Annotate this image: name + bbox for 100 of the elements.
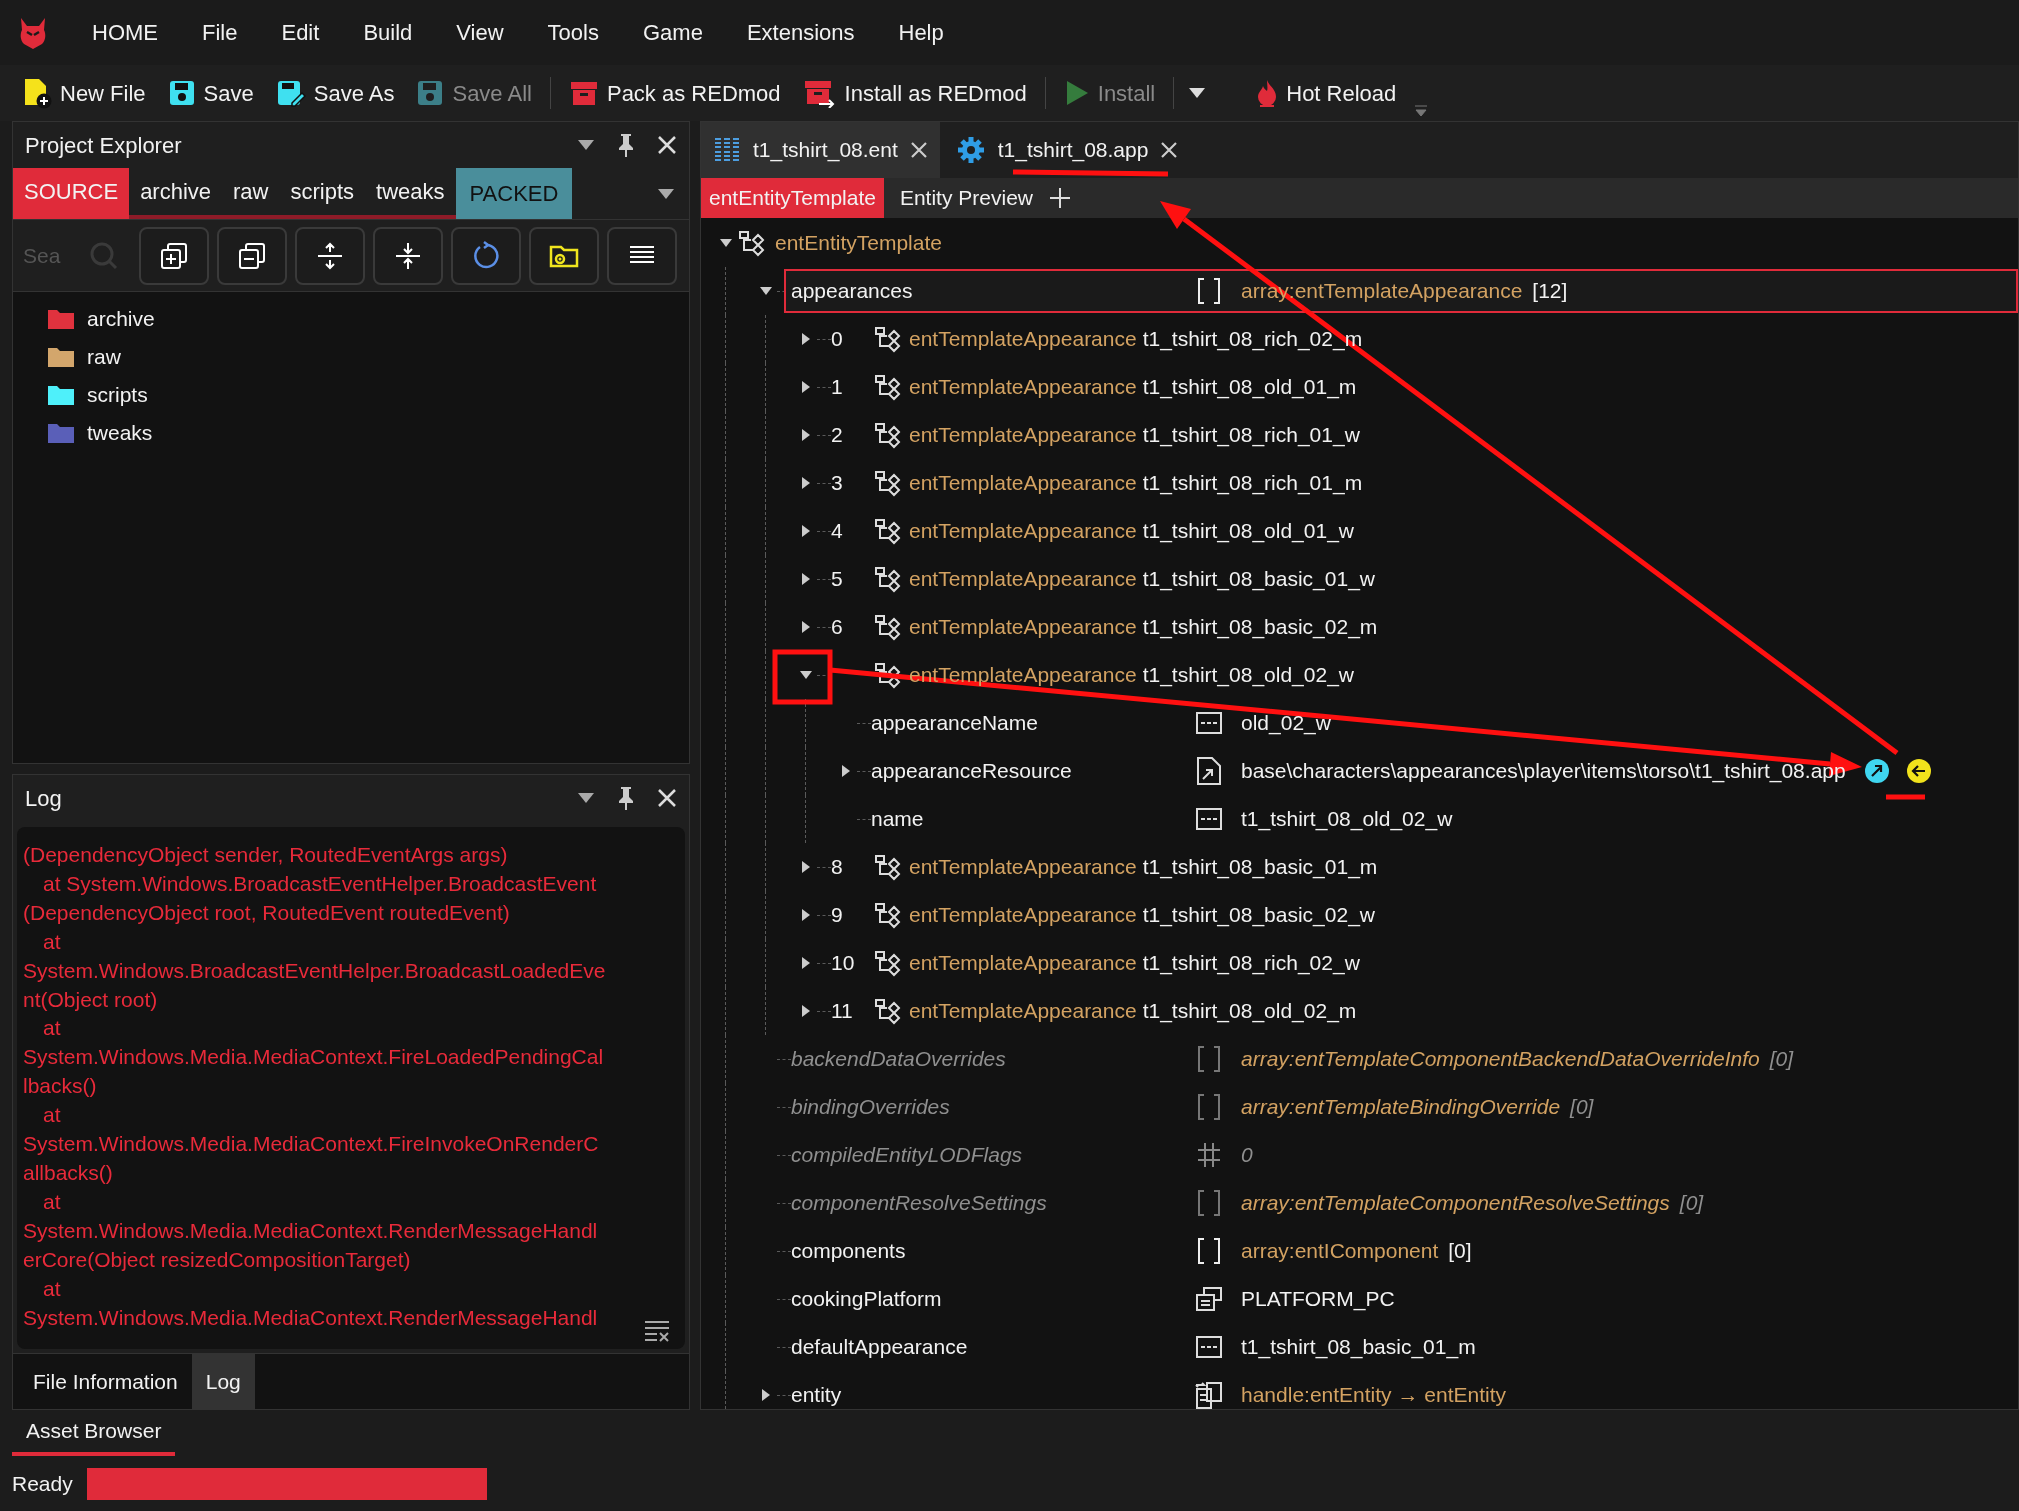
type-name: entTemplateAppearance xyxy=(909,662,1137,689)
toolbar-button[interactable]: Save xyxy=(163,76,258,110)
menu-item[interactable]: Game xyxy=(642,16,703,49)
plus-squares-icon[interactable] xyxy=(159,240,189,271)
collapse-all-button[interactable] xyxy=(217,226,287,285)
log-line: System.Windows.BroadcastEventHelper.BroadcastLoadedEve xyxy=(23,957,606,984)
hierarchy-icon xyxy=(873,949,901,977)
tab[interactable]: raw xyxy=(222,168,280,219)
menu-item[interactable]: View xyxy=(456,16,504,49)
type-name: entTemplateAppearance xyxy=(909,902,1137,929)
close-icon[interactable] xyxy=(1160,141,1179,159)
menu-button[interactable] xyxy=(607,226,677,285)
refresh-icon[interactable] xyxy=(471,240,501,271)
property-value: t1_tshirt_08_old_02_w xyxy=(1241,806,1453,833)
close-icon[interactable] xyxy=(657,788,677,808)
menu-item[interactable]: Edit xyxy=(281,16,320,49)
item-index: 6 xyxy=(831,614,844,641)
property-value: t1_tshirt_08_basic_01_m xyxy=(1241,1334,1476,1361)
property-value: t1_tshirt_08_basic_02_m xyxy=(1142,614,1378,641)
tree-item[interactable]: raw xyxy=(13,338,127,376)
item-count: [12] xyxy=(1532,278,1568,305)
log-line: (DependencyObject root, RoutedEvent routedEvent) xyxy=(23,899,510,926)
menu-item[interactable]: Build xyxy=(363,16,413,49)
box-icon xyxy=(568,79,599,107)
toolbar-button[interactable]: Install as REDmod xyxy=(798,76,1031,110)
item-index: 0 xyxy=(831,326,844,353)
pin-icon[interactable] xyxy=(617,133,635,157)
text-field-icon xyxy=(1196,711,1222,735)
file-link-icon xyxy=(1196,756,1222,786)
refresh-button[interactable] xyxy=(451,226,521,285)
menu-item[interactable]: Extensions xyxy=(746,16,855,49)
tab[interactable]: Entity Preview xyxy=(891,178,1041,218)
tab[interactable]: Asset Browser xyxy=(12,1410,176,1456)
property-value: 0 xyxy=(1241,1142,1253,1169)
item-count: [0] xyxy=(1570,1094,1594,1121)
panel-title: Project Explorer xyxy=(25,131,183,160)
caret-icon[interactable] xyxy=(577,792,595,804)
hierarchy-icon xyxy=(737,229,765,257)
tree-item[interactable]: tweaks xyxy=(13,414,159,452)
property-name: appearances xyxy=(791,278,914,305)
brackets-icon xyxy=(1196,1237,1222,1265)
item-count: [0] xyxy=(1448,1238,1472,1265)
caret-icon[interactable] xyxy=(1188,87,1207,99)
grid-icon xyxy=(713,136,741,164)
tab[interactable]: SOURCE xyxy=(13,168,130,219)
menu-item[interactable]: Help xyxy=(898,16,944,49)
expand-arrows-icon[interactable] xyxy=(315,240,345,271)
pin-icon[interactable] xyxy=(617,786,635,810)
close-icon[interactable] xyxy=(657,135,677,155)
log-line: at xyxy=(42,1015,61,1042)
type-name: entTemplateAppearance xyxy=(909,470,1137,497)
clear-log-icon[interactable] xyxy=(643,1319,671,1343)
minus-squares-icon[interactable] xyxy=(237,240,267,271)
collapse-arrows-icon[interactable] xyxy=(393,240,423,271)
open-link-icon[interactable] xyxy=(1863,758,1890,784)
text-field-icon xyxy=(1196,807,1222,831)
tab[interactable]: entEntityTemplate xyxy=(701,178,884,218)
menu-item[interactable]: Tools xyxy=(547,16,599,49)
toolbar-button[interactable]: Hot Reload xyxy=(1252,76,1401,110)
item-count: [0] xyxy=(1679,1190,1704,1217)
tab[interactable]: scripts xyxy=(279,168,366,219)
item-index: 10 xyxy=(831,950,856,977)
add-icon[interactable] xyxy=(1049,187,1071,209)
expand-button[interactable] xyxy=(295,226,365,285)
hierarchy-icon xyxy=(873,421,901,449)
close-icon[interactable] xyxy=(909,141,928,159)
type-name: array:entTemplateBindingOverride xyxy=(1241,1094,1561,1121)
property-value: PLATFORM_PC xyxy=(1241,1286,1395,1313)
property-name: components xyxy=(791,1238,907,1265)
gear-icon xyxy=(955,135,986,165)
log-line: at System.Windows.BroadcastEventHelper.BroadcastEvent xyxy=(42,870,597,897)
toolbar-button[interactable]: New File xyxy=(18,76,150,110)
overflow-icon[interactable] xyxy=(1414,103,1429,117)
toolbar-button[interactable]: Pack as REDmod xyxy=(564,76,785,110)
tab[interactable]: t1_tshirt_08.ent xyxy=(701,122,940,178)
toolbar-button[interactable]: Save As xyxy=(271,76,399,110)
tab[interactable]: File Information xyxy=(19,1354,192,1409)
log-line: System.Windows.Media.MediaContext.FireLoadedPendingCal xyxy=(23,1044,604,1071)
menu-item[interactable]: HOME xyxy=(92,16,158,49)
tab[interactable]: archive xyxy=(129,168,223,219)
hierarchy-icon xyxy=(873,325,901,353)
tree-item[interactable]: scripts xyxy=(13,376,154,414)
tree-item[interactable]: archive xyxy=(13,300,161,338)
property-value: t1_tshirt_08_old_02_w xyxy=(1142,662,1354,689)
tab[interactable]: Log xyxy=(191,1354,255,1409)
item-index: 5 xyxy=(831,566,844,593)
item-index: 9 xyxy=(831,902,844,929)
caret-icon[interactable] xyxy=(577,139,595,151)
expand-all-button[interactable] xyxy=(139,226,209,285)
type-name: entTemplateAppearance xyxy=(909,566,1137,593)
property-value: t1_tshirt_08_rich_01_w xyxy=(1142,422,1360,449)
text-field-icon xyxy=(1196,1335,1222,1359)
floppy-pencil-icon xyxy=(275,79,306,107)
caret-icon[interactable] xyxy=(657,187,675,200)
collapse-button[interactable] xyxy=(373,226,443,285)
open-folder-button[interactable] xyxy=(529,226,599,285)
menu-item[interactable]: File xyxy=(202,16,238,49)
type-name: entTemplateAppearance xyxy=(909,326,1137,353)
toggle-button[interactable]: PACKED xyxy=(455,168,573,219)
log-line: (DependencyObject sender, RoutedEventArgs args) xyxy=(23,842,508,868)
